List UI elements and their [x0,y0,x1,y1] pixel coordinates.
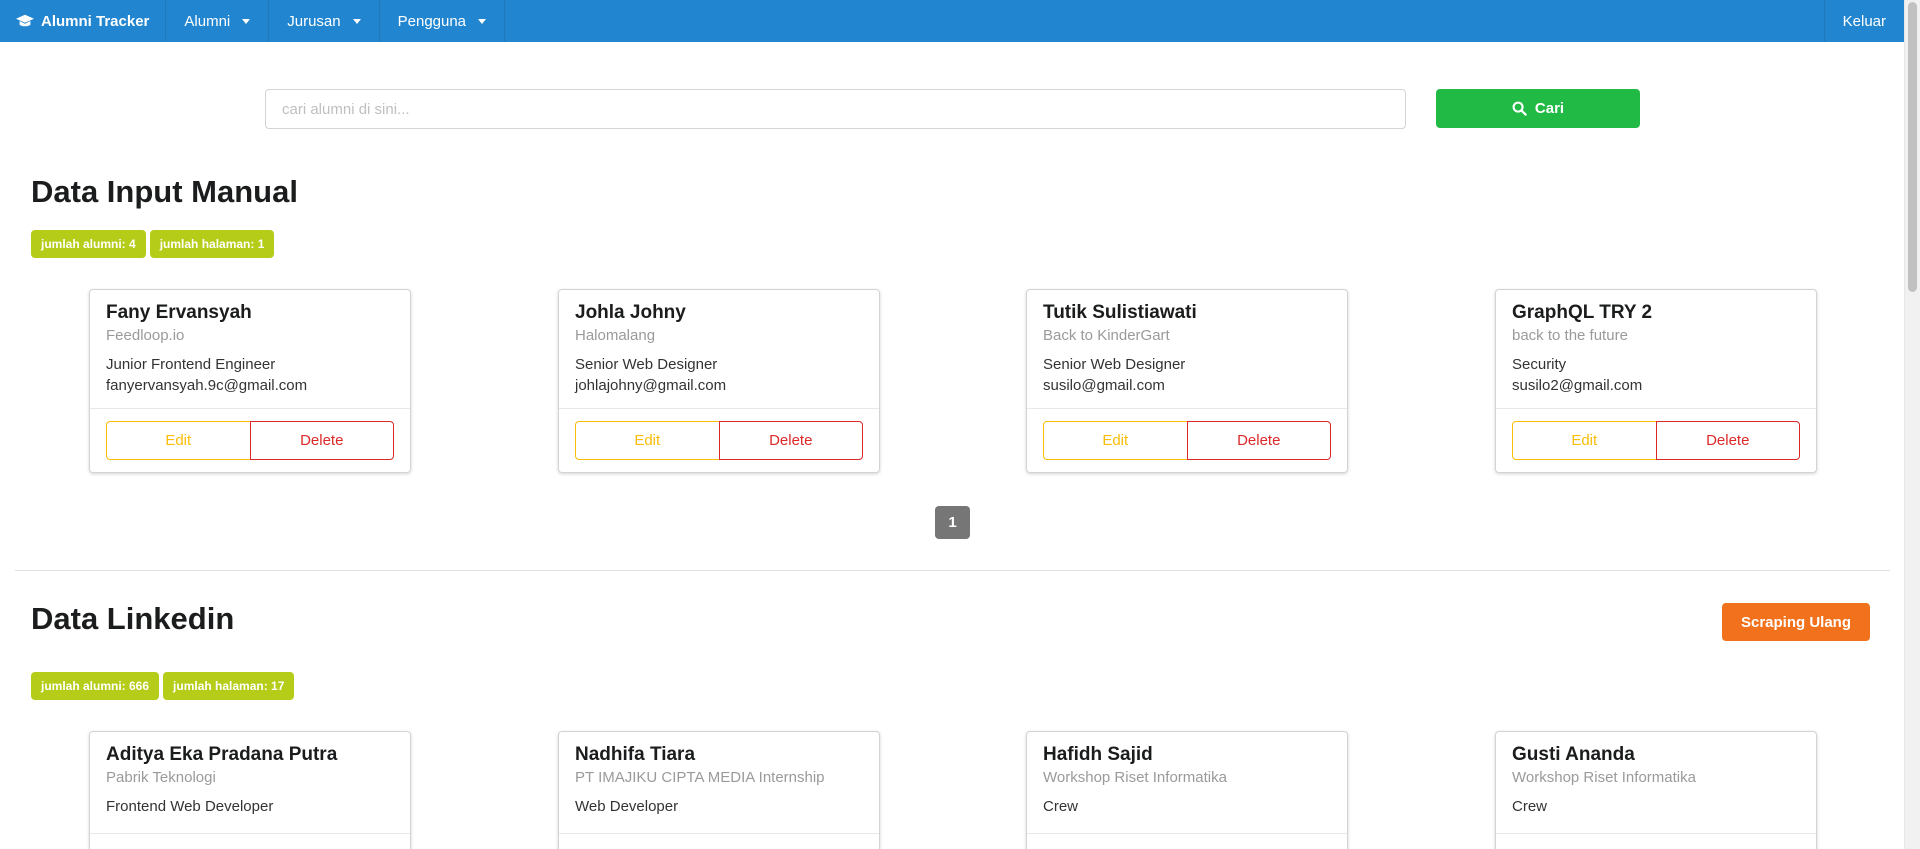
alumni-name: GraphQL TRY 2 [1512,302,1653,323]
manual-badges: jumlah alumni: 4 jumlah halaman: 1 [31,230,275,258]
scrape-again-button[interactable]: Scraping Ulang [1722,603,1870,641]
delete-button[interactable]: Delete [1655,421,1800,460]
alumni-position: Crew [1512,798,1548,815]
graduation-cap-icon [16,14,34,27]
menu-alumni[interactable]: Alumni [166,0,270,42]
alumni-email: susilo@gmail.com [1043,377,1165,394]
navbar-spacer [505,0,1825,42]
delete-button[interactable]: Delete [249,421,394,460]
alumni-company: Halomalang [575,327,656,344]
edit-button[interactable]: Edit [1512,421,1657,460]
edit-button[interactable]: Edit [106,421,251,460]
pagination-page-1[interactable]: 1 [935,506,970,539]
menu-alumni-label: Alumni [184,12,231,30]
linkedin-alumni-card: Gusti Ananda Workshop Riset Informatika … [1495,731,1817,849]
alumni-name: Gusti Ananda [1512,744,1635,765]
alumni-name: Nadhifa Tiara [575,744,696,765]
alumni-card: Johla Johny Halomalang Senior Web Design… [558,289,880,473]
delete-button[interactable]: Delete [1186,421,1331,460]
alumni-name: Aditya Eka Pradana Putra [106,744,338,765]
alumni-position: Senior Web Designer [1043,356,1186,373]
alumni-position: Security [1512,356,1567,373]
alumni-card: GraphQL TRY 2 back to the future Securit… [1495,289,1817,473]
alumni-company: PT IMAJIKU CIPTA MEDIA Internship [575,769,825,786]
alumni-position: Junior Frontend Engineer [106,356,276,373]
chevron-down-icon [242,18,251,24]
alumni-count-badge: jumlah alumni: 4 [31,230,146,258]
page-count-badge: jumlah halaman: 1 [149,230,275,258]
alumni-position: Web Developer [575,798,679,815]
alumni-email: susilo2@gmail.com [1512,377,1643,394]
section-divider [15,570,1890,571]
alumni-email: fanyervansyah.9c@gmail.com [106,377,308,394]
alumni-position: Crew [1043,798,1079,815]
alumni-company: Pabrik Teknologi [106,769,216,786]
linkedin-alumni-card: Nadhifa Tiara PT IMAJIKU CIPTA MEDIA Int… [558,731,880,849]
search-icon [1512,101,1527,116]
linkedin-section-title: Data Linkedin [31,601,235,636]
edit-button[interactable]: Edit [575,421,720,460]
alumni-name: Hafidh Sajid [1043,744,1153,765]
logout-link[interactable]: Keluar [1825,0,1904,42]
search-button[interactable]: Cari [1436,89,1640,128]
linkedin-badges: jumlah alumni: 666 jumlah halaman: 17 [31,672,295,700]
search-button-label: Cari [1534,100,1565,117]
top-navbar: Alumni Tracker Alumni Jurusan Pengguna K… [0,0,1904,42]
alumni-company: Back to KinderGart [1043,327,1170,344]
page-scrollbar[interactable] [1904,0,1920,849]
delete-button[interactable]: Delete [718,421,863,460]
linkedin-alumni-card: Hafidh Sajid Workshop Riset Informatika … [1026,731,1348,849]
menu-pengguna-label: Pengguna [397,12,467,30]
menu-jurusan[interactable]: Jurusan [269,0,380,42]
manual-section-title: Data Input Manual [31,174,298,209]
alumni-company: Feedloop.io [106,327,185,344]
alumni-email: johlajohny@gmail.com [575,377,727,394]
chevron-down-icon [478,18,487,24]
search-input[interactable] [265,89,1406,129]
alumni-position: Frontend Web Developer [106,798,274,815]
menu-pengguna[interactable]: Pengguna [380,0,506,42]
linkedin-alumni-card: Aditya Eka Pradana Putra Pabrik Teknolog… [89,731,411,849]
edit-button[interactable]: Edit [1043,421,1188,460]
menu-jurusan-label: Jurusan [287,12,341,30]
chevron-down-icon [352,18,361,24]
alumni-company: Workshop Riset Informatika [1512,769,1696,786]
alumni-card: Tutik Sulistiawati Back to KinderGart Se… [1026,289,1348,473]
scrollbar-thumb[interactable] [1908,2,1917,292]
alumni-position: Senior Web Designer [575,356,718,373]
alumni-card: Fany Ervansyah Feedloop.io Junior Fronte… [89,289,411,473]
alumni-name: Johla Johny [575,302,686,323]
alumni-name: Fany Ervansyah [106,302,252,323]
alumni-company: back to the future [1512,327,1628,344]
alumni-company: Workshop Riset Informatika [1043,769,1227,786]
page-count-badge: jumlah halaman: 17 [163,672,295,700]
brand-label: Alumni Tracker [41,12,150,30]
alumni-name: Tutik Sulistiawati [1043,302,1197,323]
alumni-count-badge: jumlah alumni: 666 [31,672,160,700]
brand-link[interactable]: Alumni Tracker [0,0,167,42]
logout-label: Keluar [1842,12,1886,30]
